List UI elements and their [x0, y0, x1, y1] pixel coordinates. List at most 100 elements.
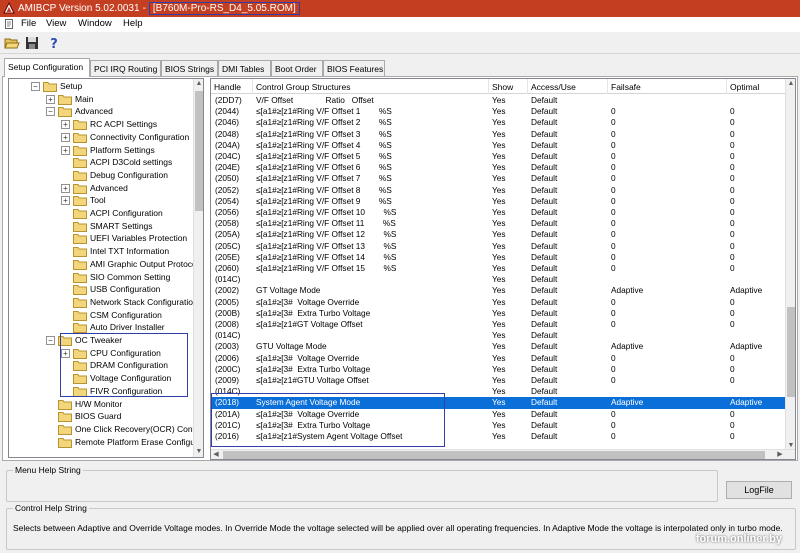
col-structures-header[interactable]: Control Group Structures	[253, 79, 489, 94]
table-row[interactable]: (2DD7) V/F Offset Ratio Offset Yes Default	[211, 95, 787, 106]
cell-optimal: Adaptive	[730, 397, 763, 408]
expand-plus-icon[interactable]: +	[61, 196, 70, 206]
menu-window[interactable]: Window	[78, 18, 112, 29]
cell-structure: ≤[a1#≥[z1#Ring V/F Offset 7 %S	[256, 173, 392, 184]
cell-access: Default	[531, 296, 558, 307]
logfile-button[interactable]: LogFile	[726, 481, 792, 499]
menu-view[interactable]: View	[46, 18, 66, 29]
table-row[interactable]: (014C) Yes Default	[211, 274, 787, 285]
setup-tree[interactable]: − Setup + Main − Advanced + RC ACPI Settings + Co…	[8, 78, 204, 458]
cell-optimal: 0	[730, 408, 735, 419]
table-row[interactable]: (2056) ≤[a1#≥[z1#Ring V/F Offset 10 %S Yes…	[211, 207, 787, 218]
table-row[interactable]: (2058) ≤[a1#≥[z1#Ring V/F Offset 11 %S Yes…	[211, 218, 787, 229]
collapse-minus-icon[interactable]: −	[46, 107, 55, 117]
table-row[interactable]: (204E) ≤[a1#≥[z1#Ring V/F Offset 6 %S Yes D…	[211, 162, 787, 173]
tab-bios-features[interactable]: BIOS Features	[323, 60, 385, 77]
folder-icon	[58, 94, 72, 105]
collapse-minus-icon[interactable]: −	[46, 336, 55, 345]
table-row[interactable]: (2044) ≤[a1#≥[z1#Ring V/F Offset 1 %S Yes D…	[211, 106, 787, 117]
table-row[interactable]: (2003) GTU Voltage Mode Yes Default Adaptive…	[211, 341, 787, 352]
scroll-down-arrow-icon[interactable]: ▼	[194, 447, 203, 457]
table-row[interactable]: (200C) ≤[a1#≥[3# Extra Turbo Voltage Yes De…	[211, 364, 787, 375]
table-row[interactable]: (204C) ≤[a1#≥[z1#Ring V/F Offset 5 %S Yes D…	[211, 151, 787, 162]
table-row[interactable]: (205E) ≤[a1#≥[z1#Ring V/F Offset 14 %S Yes…	[211, 252, 787, 263]
cell-handle: (200C)	[215, 363, 241, 374]
table-row[interactable]: (014C) Yes Default	[211, 330, 787, 341]
table-row[interactable]: (2060) ≤[a1#≥[z1#Ring V/F Offset 15 %S Yes…	[211, 263, 787, 274]
tree-item-label: Intel TXT Information	[90, 246, 170, 257]
cell-access: Default	[531, 184, 558, 195]
col-show-header[interactable]: Show	[489, 79, 528, 94]
table-row[interactable]: (2009) ≤[a1#≥[z1#GTU Voltage Offset Yes Def…	[211, 375, 787, 386]
tab-bios-strings[interactable]: BIOS Strings	[161, 60, 218, 77]
menu-help[interactable]: Help	[123, 18, 143, 29]
cell-structure: ≤[a1#≥[3# Extra Turbo Voltage	[256, 363, 371, 374]
open-folder-icon[interactable]	[4, 35, 20, 51]
collapse-minus-icon[interactable]: −	[31, 82, 40, 91]
table-row-selected[interactable]: (2018) System Agent Voltage Mode Yes Defaul…	[211, 397, 787, 409]
folder-icon	[73, 310, 87, 321]
table-row[interactable]: (2048) ≤[a1#≥[z1#Ring V/F Offset 3 %S Yes D…	[211, 129, 787, 140]
menu-file[interactable]: File	[21, 18, 36, 29]
cell-failsafe: 0	[611, 151, 616, 161]
col-failsafe-header[interactable]: Failsafe	[608, 79, 727, 94]
scroll-right-arrow-icon[interactable]: ▶	[775, 450, 785, 459]
table-row[interactable]: (204A) ≤[a1#≥[z1#Ring V/F Offset 4 %S Yes D…	[211, 140, 787, 151]
tab-dmi-tables[interactable]: DMI Tables	[218, 60, 271, 77]
table-row[interactable]: (201C) ≤[a1#≥[3# Extra Turbo Voltage Yes De…	[211, 420, 787, 431]
grid-scroll-thumb[interactable]	[787, 307, 795, 397]
col-handle-header[interactable]: Handle	[211, 79, 253, 94]
expand-plus-icon[interactable]: +	[61, 348, 70, 358]
table-row[interactable]: (2054) ≤[a1#≥[z1#Ring V/F Offset 9 %S Yes D…	[211, 196, 787, 207]
expand-plus-icon[interactable]: +	[46, 94, 55, 104]
folder-icon	[58, 399, 72, 410]
cell-optimal: 0	[730, 195, 735, 206]
tab-boot-order[interactable]: Boot Order	[271, 60, 323, 77]
tree-item-label: Advanced	[90, 182, 128, 193]
table-row[interactable]: (2005) ≤[a1#≥[3# Voltage Override Yes Defau…	[211, 297, 787, 308]
tab-setup-configuration[interactable]: Setup Configuration	[4, 58, 90, 77]
table-row[interactable]: (200B) ≤[a1#≥[3# Extra Turbo Voltage Yes De…	[211, 308, 787, 319]
cell-structure: ≤[a1#≥[3# Extra Turbo Voltage	[256, 419, 371, 430]
col-access-header[interactable]: Access/Use	[528, 79, 608, 94]
table-row[interactable]: (2016) ≤[a1#≥[z1#System Agent Voltage Off…	[211, 431, 787, 442]
cell-handle: (2006)	[215, 352, 239, 363]
table-row[interactable]: (205C) ≤[a1#≥[z1#Ring V/F Offset 13 %S Yes…	[211, 241, 787, 252]
tree-scroll-thumb[interactable]	[195, 91, 203, 211]
table-row[interactable]: (2052) ≤[a1#≥[z1#Ring V/F Offset 8 %S Yes D…	[211, 185, 787, 196]
table-row[interactable]: (2046) ≤[a1#≥[z1#Ring V/F Offset 2 %S Yes D…	[211, 117, 787, 128]
table-row[interactable]: (014C) Yes Default	[211, 386, 787, 397]
cell-optimal: 0	[730, 419, 735, 430]
expand-plus-icon[interactable]: +	[61, 183, 70, 193]
grid-hscroll-thumb[interactable]	[223, 451, 765, 459]
cell-failsafe: 0	[611, 419, 616, 430]
tab-pci-irq-routing[interactable]: PCI IRQ Routing	[90, 60, 161, 77]
control-grid[interactable]: Handle Control Group Structures Show Acc…	[210, 78, 796, 460]
tree-vertical-scrollbar[interactable]: ▲ ▼	[193, 79, 203, 457]
save-disk-icon[interactable]	[24, 35, 40, 51]
cell-handle: (2046)	[215, 117, 239, 128]
scroll-left-arrow-icon[interactable]: ◀	[211, 450, 221, 459]
table-row[interactable]: (2008) ≤[a1#≥[z1#GT Voltage Offset Yes Defa…	[211, 319, 787, 330]
table-row[interactable]: (205A) ≤[a1#≥[z1#Ring V/F Offset 12 %S Yes…	[211, 229, 787, 240]
cell-show: Yes	[492, 117, 506, 128]
table-row[interactable]: (201A) ≤[a1#≥[3# Voltage Override Yes Defau…	[211, 409, 787, 420]
cell-handle: (2060)	[215, 263, 239, 273]
cell-access: Default	[531, 408, 558, 419]
expand-plus-icon[interactable]: +	[61, 132, 70, 142]
table-row[interactable]: (2050) ≤[a1#≥[z1#Ring V/F Offset 7 %S Yes D…	[211, 173, 787, 184]
cell-show: Yes	[492, 397, 506, 408]
scroll-up-arrow-icon[interactable]: ▲	[786, 79, 795, 89]
grid-horizontal-scrollbar[interactable]: ◀ ▶	[211, 449, 795, 459]
table-row[interactable]: (2006) ≤[a1#≥[3# Voltage Override Yes Defau…	[211, 353, 787, 364]
cell-optimal: 0	[730, 207, 735, 217]
cell-handle: (014C)	[215, 386, 241, 397]
scroll-up-arrow-icon[interactable]: ▲	[194, 79, 203, 89]
grid-vertical-scrollbar[interactable]: ▲ ▼	[785, 79, 795, 451]
cell-structure: ≤[a1#≥[z1#Ring V/F Offset 5 %S	[256, 151, 392, 161]
table-row[interactable]: (2002) GT Voltage Mode Yes Default Adaptive A…	[211, 285, 787, 296]
help-icon[interactable]: ?	[46, 35, 62, 51]
cell-access: Default	[531, 195, 558, 206]
expand-plus-icon[interactable]: +	[61, 120, 70, 130]
expand-plus-icon[interactable]: +	[61, 145, 70, 155]
